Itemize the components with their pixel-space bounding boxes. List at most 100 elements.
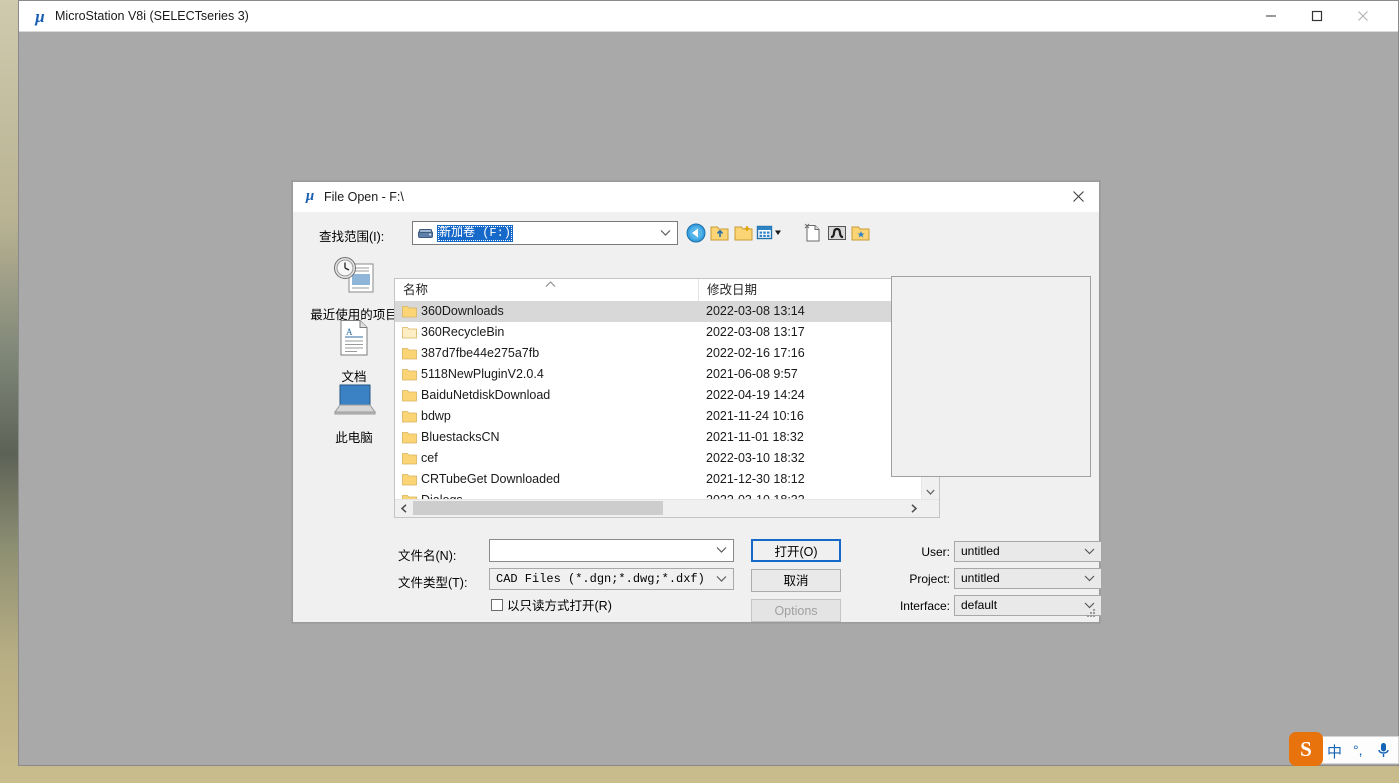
resize-grip[interactable] — [1084, 607, 1097, 620]
user-value: untitled — [961, 544, 1000, 559]
close-icon[interactable] — [1340, 1, 1386, 31]
dialog-close-icon[interactable] — [1057, 182, 1099, 211]
dialog-body: 查找范围(I): 新加卷 (F:) — [293, 212, 1099, 622]
folder-icon — [402, 368, 417, 381]
file-date: 2022-02-16 17:16 — [706, 343, 805, 364]
file-date: 2021-12-30 18:12 — [706, 469, 805, 490]
project-value: untitled — [961, 571, 1000, 586]
ime-mode-toggle[interactable]: 中 — [1327, 741, 1342, 762]
column-header-date[interactable]: 修改日期 — [698, 279, 923, 301]
user-label: User: — [882, 545, 950, 559]
folder-icon — [402, 473, 417, 486]
readonly-checkbox-row[interactable]: 以只读方式打开(R) — [491, 595, 612, 614]
project-combobox[interactable]: untitled — [954, 568, 1102, 589]
file-list[interactable]: 名称 修改日期 360Downloads2022-03-08 13:14360R… — [394, 278, 940, 518]
dialog-title: File Open - F:\ — [324, 189, 404, 205]
table-row[interactable]: CRTubeGet Downloaded 2021-12-30 18:12 — [395, 469, 921, 490]
new-folder-icon[interactable] — [732, 221, 755, 244]
project-label: Project: — [882, 572, 950, 586]
ascending-caret-icon — [545, 281, 556, 288]
interface-value: default — [961, 598, 997, 613]
table-row[interactable]: bdwp 2021-11-24 10:16 — [395, 406, 921, 427]
file-open-dialog: μ File Open - F:\ 查找范围(I): 新加卷 (F:) — [292, 181, 1100, 623]
filename-label: 文件名(N): — [398, 545, 456, 564]
sidebar-item-documents[interactable]: A 文档 — [305, 318, 403, 385]
file-name: 360Downloads — [421, 301, 504, 322]
user-combobox[interactable]: untitled — [954, 541, 1102, 562]
scroll-right-icon[interactable] — [905, 500, 922, 516]
maximize-icon[interactable] — [1294, 1, 1340, 31]
document-icon: A — [336, 318, 372, 358]
scroll-down-icon[interactable] — [922, 483, 939, 500]
microstation-icon: μ — [31, 8, 49, 26]
filetype-label: 文件类型(T): — [398, 572, 467, 591]
file-date: 2022-03-08 13:14 — [706, 301, 805, 322]
sogou-logo-icon[interactable]: S — [1289, 732, 1323, 766]
microstation-icon: μ — [302, 188, 318, 204]
filetype-combobox[interactable]: CAD Files (*.dgn;*.dwg;*.dxf) — [489, 568, 734, 590]
filetype-value: CAD Files (*.dgn;*.dwg;*.dxf) — [496, 571, 705, 588]
svg-text:A: A — [346, 327, 353, 337]
horizontal-scroll-thumb[interactable] — [413, 501, 663, 515]
folder-icon — [402, 326, 417, 339]
file-name: 360RecycleBin — [421, 322, 504, 343]
table-row[interactable]: BluestacksCN 2021-11-01 18:32 — [395, 427, 921, 448]
file-date: 2021-11-24 10:16 — [706, 406, 804, 427]
folder-icon — [402, 389, 417, 402]
file-name: cef — [421, 448, 438, 469]
views-grid-icon[interactable] — [755, 221, 785, 244]
file-date: 2021-06-08 9:57 — [706, 364, 798, 385]
table-row[interactable]: 387d7fbe44e275a7fb 2022-02-16 17:16 — [395, 343, 921, 364]
file-date: 2021-11-01 18:32 — [706, 427, 804, 448]
clock-document-icon — [331, 256, 377, 296]
scroll-left-icon[interactable] — [395, 500, 412, 516]
interface-combobox[interactable]: default — [954, 595, 1102, 616]
dialog-titlebar: μ File Open - F:\ — [293, 182, 1099, 212]
table-row[interactable]: 5118NewPluginV2.0.4 2021-06-08 9:57 — [395, 364, 921, 385]
file-name: BaiduNetdiskDownload — [421, 385, 550, 406]
minimize-icon[interactable] — [1248, 1, 1294, 31]
cancel-button[interactable]: 取消 — [751, 569, 841, 592]
file-name: 387d7fbe44e275a7fb — [421, 343, 539, 364]
horizontal-scrollbar[interactable] — [395, 499, 939, 517]
file-name: 5118NewPluginV2.0.4 — [421, 364, 544, 385]
microphone-icon[interactable] — [1377, 742, 1390, 759]
open-button[interactable]: 打开(O) — [751, 539, 841, 562]
folder-icon — [402, 305, 417, 318]
table-row[interactable]: 360RecycleBin 2022-03-08 13:17 — [395, 322, 921, 343]
file-date: 2022-04-19 14:24 — [706, 385, 805, 406]
file-name: CRTubeGet Downloaded — [421, 469, 560, 490]
lookin-combobox[interactable]: 新加卷 (F:) — [412, 221, 678, 245]
chevron-down-icon[interactable] — [716, 575, 727, 583]
interface-label: Interface: — [882, 599, 950, 613]
table-row[interactable]: 360Downloads 2022-03-08 13:14 — [395, 301, 921, 322]
folder-icon — [402, 410, 417, 423]
file-name: bdwp — [421, 406, 451, 427]
file-name: BluestacksCN — [421, 427, 500, 448]
up-folder-icon[interactable] — [708, 221, 731, 244]
scan-icon[interactable] — [825, 221, 848, 244]
table-row[interactable]: BaiduNetdiskDownload 2022-04-19 14:24 — [395, 385, 921, 406]
sidebar-item-this-pc[interactable]: 此电脑 — [305, 381, 403, 446]
filename-input[interactable] — [489, 539, 734, 562]
folder-icon — [402, 347, 417, 360]
readonly-label: 以只读方式打开(R) — [507, 595, 612, 614]
sidebar-item-recent-items[interactable]: 最近使用的项目 — [305, 256, 403, 323]
sidebar-item-label: 此电脑 — [305, 427, 403, 446]
table-row[interactable]: cef2022-03-10 18:32 — [395, 448, 921, 469]
folder-star-icon[interactable] — [849, 221, 872, 244]
new-document-icon[interactable] — [801, 221, 824, 244]
ime-punctuation-toggle[interactable]: °, — [1353, 742, 1363, 758]
readonly-checkbox[interactable] — [491, 599, 503, 611]
chevron-down-icon[interactable] — [1084, 575, 1095, 582]
chevron-down-icon[interactable] — [660, 229, 671, 237]
chevron-down-icon[interactable] — [716, 546, 727, 554]
file-date: 2022-03-08 13:17 — [706, 322, 805, 343]
back-arrow-icon[interactable] — [684, 221, 707, 244]
file-list-header: 名称 修改日期 — [395, 279, 939, 302]
chevron-down-icon[interactable] — [1084, 548, 1095, 555]
drive-icon — [418, 228, 433, 239]
folder-icon — [402, 431, 417, 444]
main-window-title: MicroStation V8i (SELECTseries 3) — [55, 8, 249, 25]
sogou-ime-toolbar[interactable]: S 中 °, — [1302, 736, 1399, 764]
